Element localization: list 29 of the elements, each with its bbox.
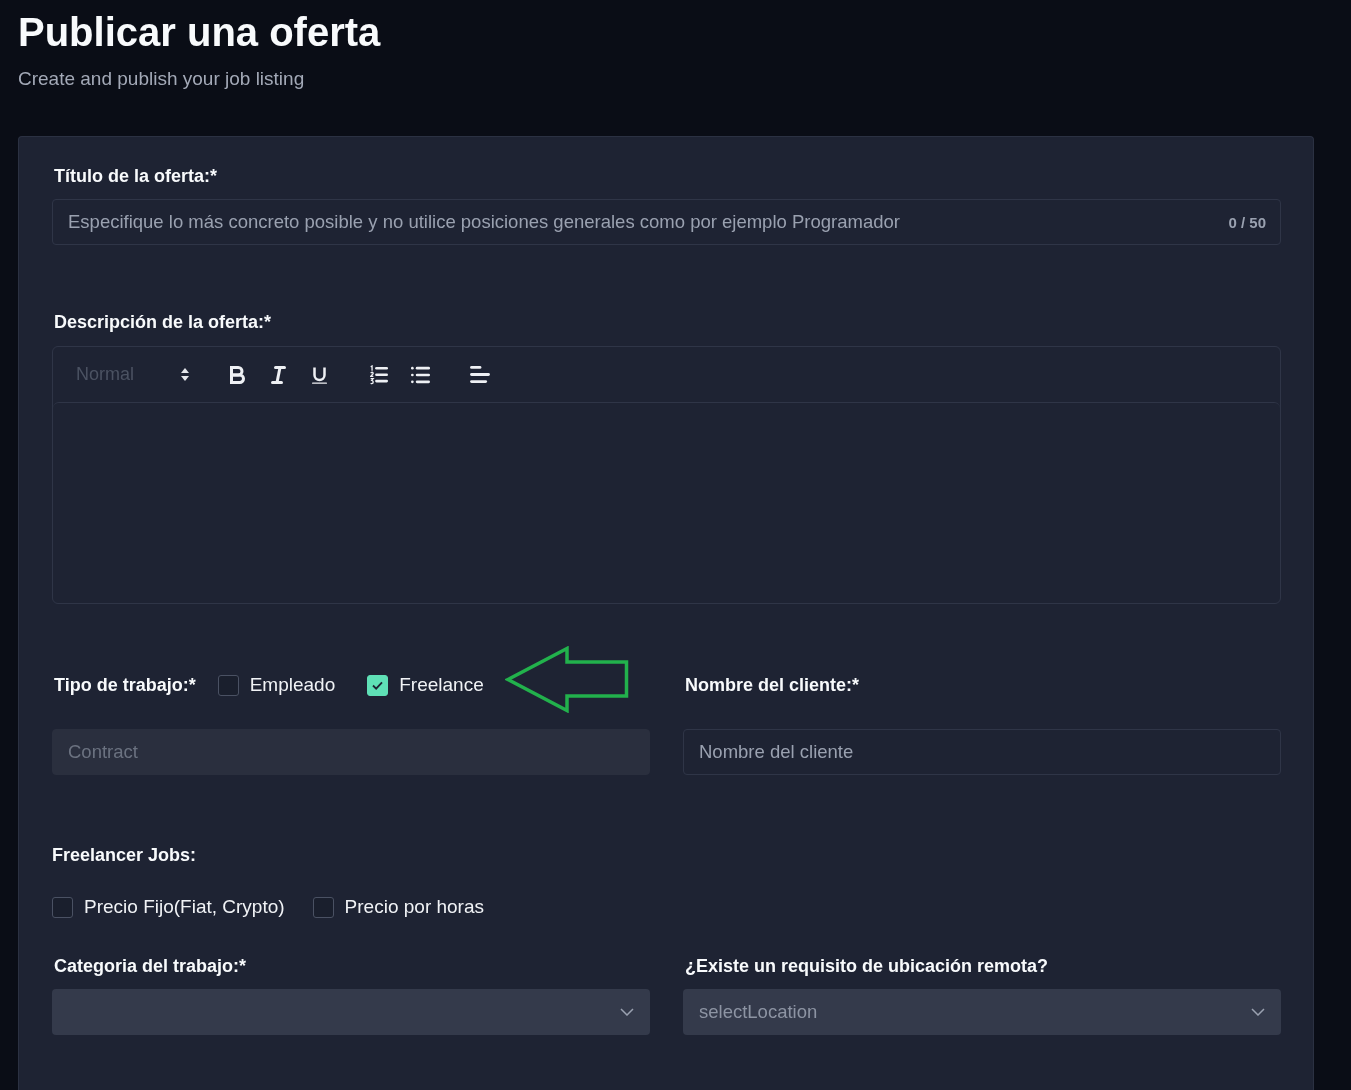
checkbox-label[interactable]: Precio Fijo(Fiat, Crypto): [84, 896, 285, 918]
align-left-icon: [470, 366, 490, 383]
checkbox-label[interactable]: Freelance: [399, 674, 484, 696]
page-title: Publicar una oferta: [18, 9, 381, 56]
field-label: Nombre del cliente:*: [685, 674, 860, 696]
bullet-list-icon: [410, 365, 430, 384]
field-label: Título de la oferta:*: [54, 165, 217, 187]
chevron-down-icon: [1251, 1008, 1265, 1016]
checkbox-label[interactable]: Precio por horas: [344, 896, 484, 918]
location-select[interactable]: selectLocation: [683, 989, 1281, 1035]
character-counter: 0 / 50: [1228, 213, 1266, 231]
checkbox[interactable]: [217, 674, 239, 696]
checkbox[interactable]: [312, 896, 334, 918]
check-icon: [372, 680, 384, 690]
client-name-input[interactable]: Nombre del cliente: [683, 729, 1281, 775]
checkbox[interactable]: [52, 896, 73, 918]
bold-icon: [229, 365, 245, 384]
field-label: ¿Existe un requisito de ubicación remota?: [685, 955, 1049, 977]
chevron-down-icon: [620, 1008, 634, 1016]
field-label: Categoria del trabajo:*: [54, 955, 247, 977]
page-subtitle: Create and publish your job listing: [18, 67, 305, 91]
numbered-list-icon: [370, 364, 388, 385]
up-down-icon: [181, 368, 189, 381]
underline-icon: [311, 365, 327, 384]
field-label: Freelancer Jobs:: [52, 844, 197, 866]
field-label: Descripción de la oferta:*: [54, 311, 272, 333]
checkbox-label[interactable]: Empleado: [249, 674, 336, 696]
italic-icon: [270, 365, 286, 384]
field-label: Tipo de trabajo:*: [54, 674, 196, 696]
